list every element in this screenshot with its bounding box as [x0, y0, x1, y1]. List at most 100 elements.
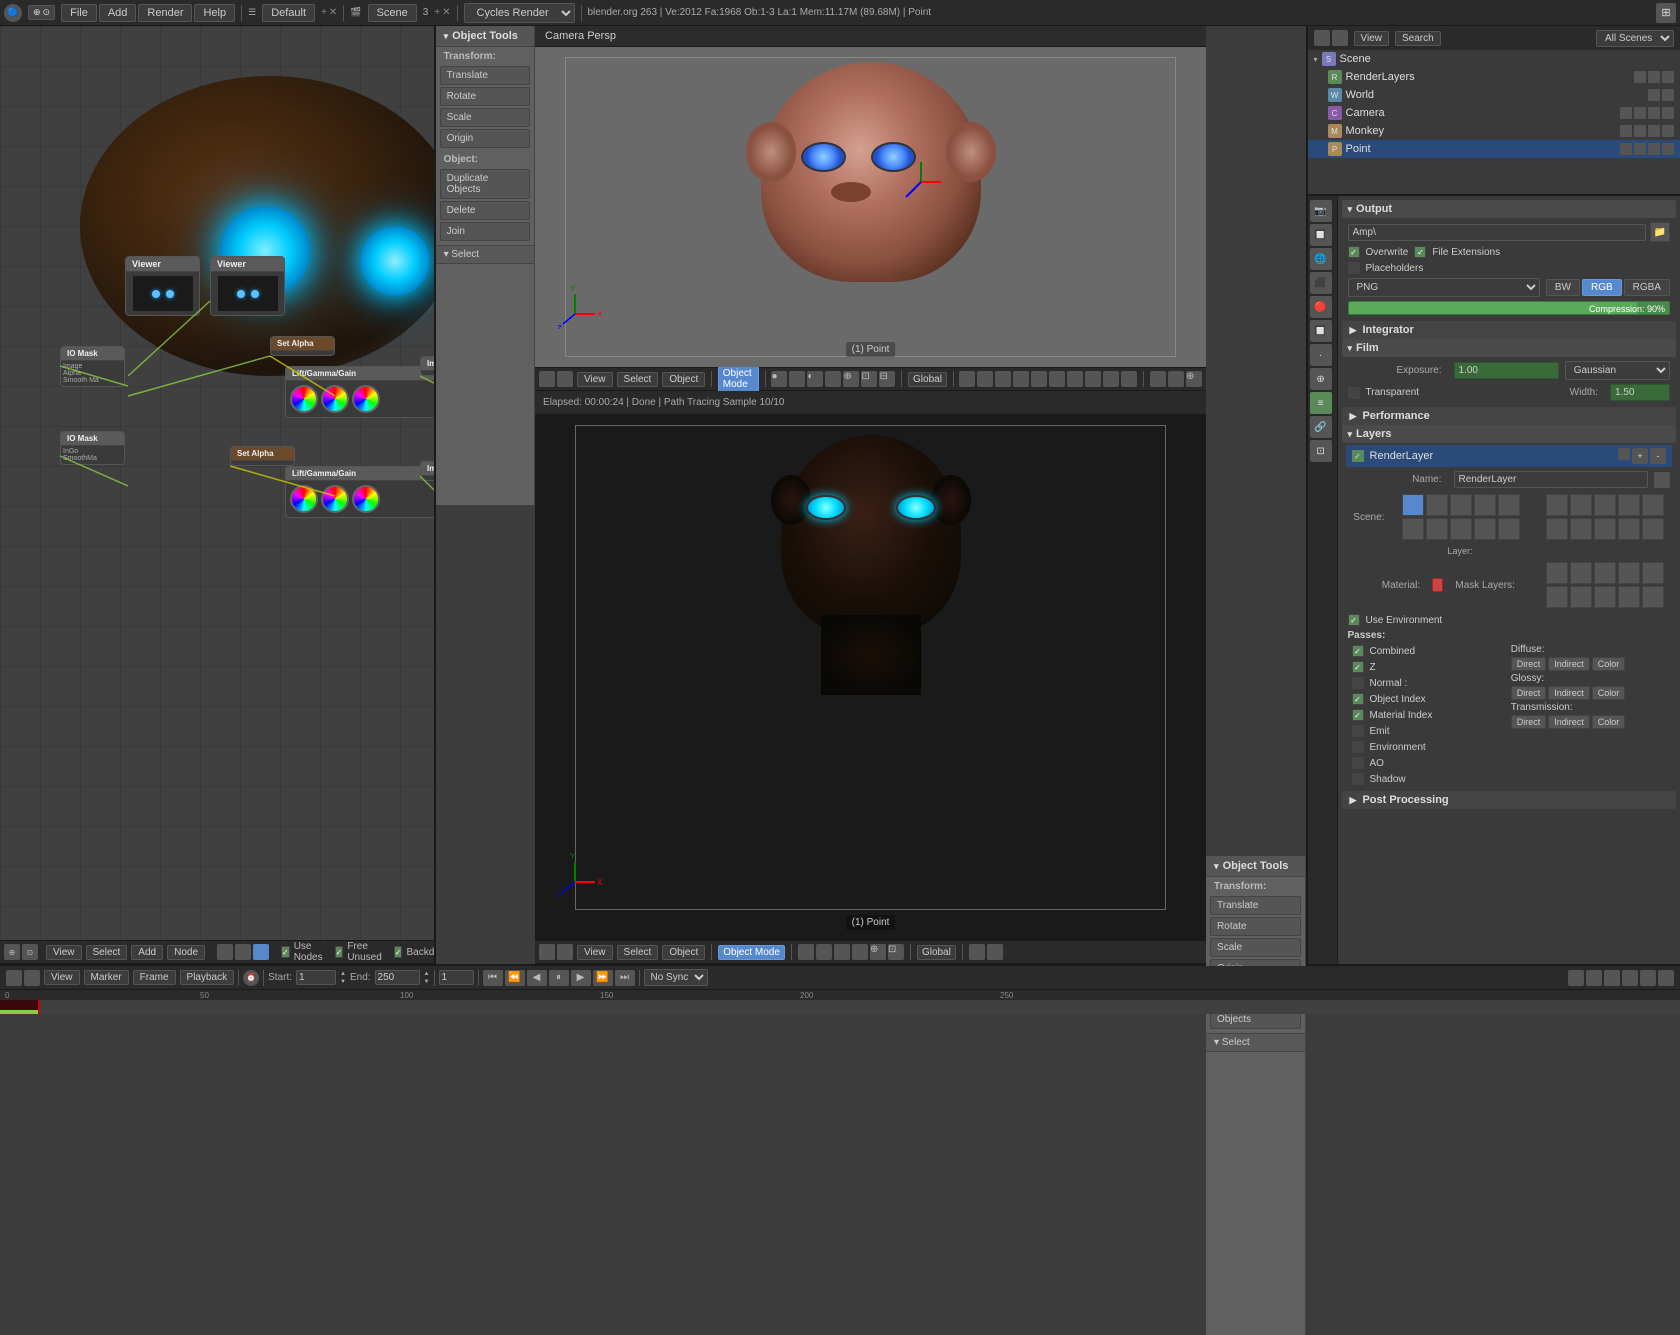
r-icon-5[interactable]: ⊕ — [870, 944, 886, 960]
play-btn[interactable]: ▶ — [571, 970, 591, 986]
tl-r-icon-1[interactable] — [1568, 970, 1584, 986]
obj-prop-icon[interactable]: ⬛ — [1310, 272, 1332, 294]
node-display-2[interactable] — [235, 944, 251, 960]
scene-layer-2[interactable] — [1426, 494, 1448, 516]
r-layer-6[interactable] — [1546, 518, 1568, 540]
normal-check[interactable] — [1352, 677, 1364, 689]
m-layer-3[interactable] — [1594, 562, 1616, 584]
help-menu[interactable]: Help — [194, 4, 235, 22]
filter-select[interactable]: Gaussian — [1565, 361, 1670, 380]
compression-slider[interactable]: Compression: 90% — [1348, 301, 1671, 315]
m-layer-7[interactable] — [1570, 586, 1592, 608]
layer-7[interactable] — [1067, 371, 1083, 387]
tl-icon-1[interactable] — [6, 970, 22, 986]
use-nodes-check[interactable]: ✓ — [281, 946, 290, 958]
scene-layer-7[interactable] — [1426, 518, 1448, 540]
rgba-btn[interactable]: RGBA — [1624, 279, 1670, 296]
layer-10[interactable] — [1121, 371, 1137, 387]
r-layer-5[interactable] — [1642, 494, 1664, 516]
vis-3[interactable] — [1662, 71, 1674, 83]
vis-p2[interactable] — [1634, 143, 1646, 155]
m-layer-6[interactable] — [1546, 586, 1568, 608]
con-prop-icon[interactable]: 🔗 — [1310, 416, 1332, 438]
scene-layer-5[interactable] — [1498, 494, 1520, 516]
vis-c4[interactable] — [1662, 107, 1674, 119]
vis-2[interactable] — [1648, 71, 1660, 83]
glossy-indirect-btn[interactable]: Indirect — [1548, 686, 1590, 700]
combined-check[interactable]: ✓ — [1352, 645, 1364, 657]
disp-6[interactable]: ⊡ — [861, 371, 877, 387]
view-btn-bottom[interactable]: View — [577, 945, 613, 960]
width-slider[interactable]: 1.50 — [1610, 384, 1670, 401]
name-input[interactable] — [1454, 471, 1649, 488]
material-color[interactable] — [1432, 578, 1443, 592]
transparent-check[interactable] — [1348, 387, 1360, 399]
view-btn-outliner[interactable]: View — [1354, 31, 1390, 46]
m-layer-10[interactable] — [1642, 586, 1664, 608]
disp-1[interactable]: ● — [771, 371, 787, 387]
node-display-1[interactable] — [217, 944, 233, 960]
layer-4[interactable] — [1013, 371, 1029, 387]
mode-selector-bottom[interactable]: Object Mode — [718, 945, 785, 960]
r-icon-2[interactable] — [816, 944, 832, 960]
node-image-2[interactable]: Image — [420, 461, 436, 481]
vp-icon-1[interactable] — [539, 371, 555, 387]
select-btn-node[interactable]: Select — [86, 945, 128, 960]
duplicate-btn-1[interactable]: Duplicate Objects — [440, 169, 530, 199]
node-lift-gamma-1[interactable]: Lift/Gamma/Gain — [285, 366, 436, 418]
extra-1[interactable] — [1150, 371, 1166, 387]
global-selector-top[interactable]: Global — [908, 372, 947, 387]
trans-indirect-btn[interactable]: Indirect — [1548, 715, 1590, 729]
skip-end-btn[interactable]: ⏭ — [615, 970, 635, 986]
ao-check[interactable] — [1352, 757, 1364, 769]
node-editor-bg[interactable]: Viewer Viewer IO Mask — [0, 26, 434, 964]
glossy-direct-btn[interactable]: Direct — [1511, 686, 1547, 700]
sync-selector[interactable]: No Sync — [644, 969, 708, 986]
layer-5[interactable] — [1031, 371, 1047, 387]
render-engine-selector[interactable]: Cycles Render — [464, 3, 575, 23]
disp-3[interactable]: ◐ — [807, 371, 823, 387]
vis-m1[interactable] — [1620, 125, 1632, 137]
layer-1[interactable] — [959, 371, 975, 387]
diffuse-direct-btn[interactable]: Direct — [1511, 657, 1547, 671]
output-header[interactable]: ▾ Output — [1342, 200, 1677, 218]
layer-8[interactable] — [1085, 371, 1101, 387]
add-btn-node[interactable]: Add — [131, 945, 163, 960]
mode-selector-top[interactable]: Object Mode — [718, 366, 759, 392]
tl-icon-2[interactable] — [24, 970, 40, 986]
r-layer-10[interactable] — [1642, 518, 1664, 540]
tl-r-icon-5[interactable] — [1640, 970, 1656, 986]
vp-icon-2[interactable] — [557, 371, 573, 387]
z-check[interactable]: ✓ — [1352, 661, 1364, 673]
free-unused-check[interactable]: ✓ — [335, 946, 344, 958]
node-image-1[interactable]: Image — [420, 356, 436, 376]
viewport-3d-top[interactable]: X Y Z (1) Point — [535, 47, 1206, 367]
use-env-check[interactable]: ✓ — [1348, 614, 1360, 626]
vis-m4[interactable] — [1662, 125, 1674, 137]
extra-2[interactable] — [1168, 371, 1184, 387]
tl-r-icon-2[interactable] — [1586, 970, 1602, 986]
node-io-mask-1[interactable]: IO Mask Image Alpha Smooth Ma — [60, 346, 125, 387]
vis-w2[interactable] — [1662, 89, 1674, 101]
disp-5[interactable]: ⊕ — [843, 371, 859, 387]
extra-3[interactable]: ⊕ — [1186, 371, 1202, 387]
start-spinners[interactable]: ▲ ▼ — [340, 970, 346, 986]
r-icon-3[interactable] — [834, 944, 850, 960]
layout-selector[interactable]: Default — [262, 4, 315, 22]
scale-btn-2[interactable]: Scale — [1210, 938, 1300, 957]
scene-layer-10[interactable] — [1498, 518, 1520, 540]
scene-layer-4[interactable] — [1474, 494, 1496, 516]
render-viewport[interactable]: X Y Z (1) Point — [535, 415, 1206, 940]
performance-header[interactable]: ▶ Performance — [1342, 407, 1677, 425]
r-icon-4[interactable] — [852, 944, 868, 960]
placeholders-check[interactable] — [1348, 262, 1360, 274]
disp-2[interactable] — [789, 371, 805, 387]
vis-m2[interactable] — [1634, 125, 1646, 137]
scene-prop-icon[interactable]: 🔲 — [1310, 224, 1332, 246]
vis-w1[interactable] — [1648, 89, 1660, 101]
vis-1[interactable] — [1634, 71, 1646, 83]
environment-check[interactable] — [1352, 741, 1364, 753]
render-menu[interactable]: Render — [138, 4, 192, 22]
add-menu[interactable]: Add — [99, 4, 137, 22]
format-select[interactable]: PNG — [1348, 278, 1540, 297]
